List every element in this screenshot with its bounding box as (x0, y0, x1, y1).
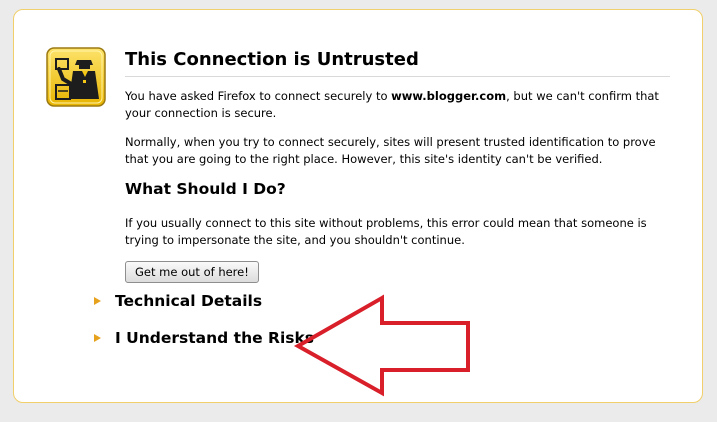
get-me-out-button[interactable]: Get me out of here! (125, 261, 259, 283)
what-to-do-text: If you usually connect to this site with… (125, 216, 647, 247)
identity-explanation: Normally, when you try to connect secure… (125, 135, 656, 166)
error-content: This Connection is Untrusted You have as… (125, 48, 670, 283)
understand-risks-label: I Understand the Risks (115, 329, 315, 347)
technical-details-expander[interactable]: Technical Details (94, 291, 262, 311)
connection-message-prefix: You have asked Firefox to connect secure… (125, 89, 392, 103)
what-to-do-heading: What Should I Do? (125, 180, 286, 198)
page-title: This Connection is Untrusted (125, 48, 670, 77)
untrusted-connection-icon (46, 47, 106, 107)
expand-triangle-icon (94, 297, 101, 305)
hostname: www.blogger.com (391, 89, 507, 103)
technical-details-label: Technical Details (115, 292, 263, 310)
connection-message: You have asked Firefox to connect secure… (125, 88, 665, 122)
understand-risks-expander[interactable]: I Understand the Risks (94, 328, 314, 348)
page: This Connection is Untrusted You have as… (0, 0, 717, 422)
expand-triangle-icon (94, 334, 101, 342)
